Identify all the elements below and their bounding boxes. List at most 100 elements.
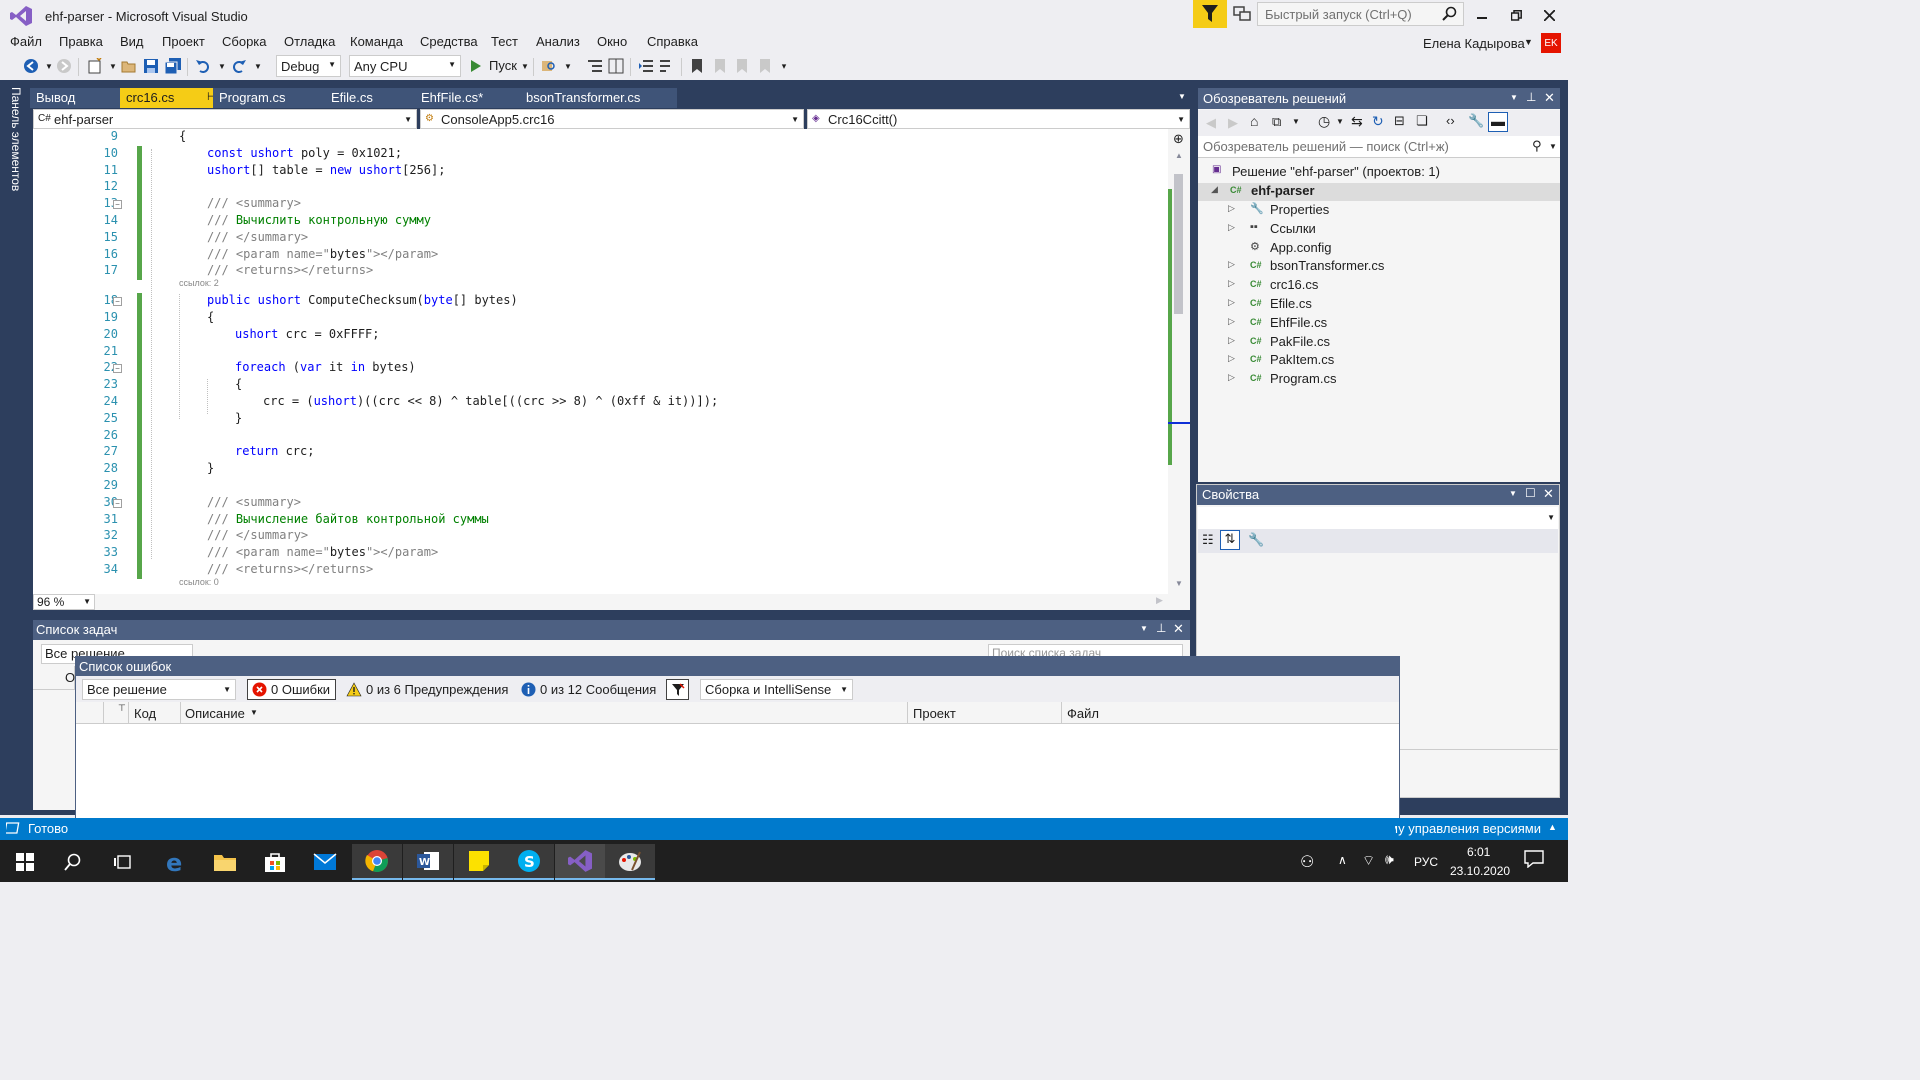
build-intellisense-select[interactable]: Сборка и IntelliSense ▼: [700, 679, 853, 700]
solution-item[interactable]: ▷ C# PakFile.cs: [1198, 334, 1560, 352]
chevron-down-icon[interactable]: ▼: [1549, 142, 1557, 151]
expand-arrow-icon[interactable]: ▷: [1228, 259, 1235, 270]
expand-arrow-icon[interactable]: ▷: [1228, 222, 1235, 233]
expand-arrow-icon[interactable]: ▷: [1228, 297, 1235, 308]
menu-help[interactable]: Справка: [647, 34, 698, 49]
skype-icon[interactable]: S: [504, 844, 554, 880]
find-in-files-icon[interactable]: [540, 57, 558, 75]
comment-lines-icon[interactable]: [658, 57, 676, 75]
menu-test[interactable]: Тест: [491, 34, 518, 49]
output-window-icon[interactable]: [4, 821, 20, 838]
solution-item[interactable]: ▷ C# bsonTransformer.cs: [1198, 258, 1560, 276]
warnings-filter-button[interactable]: 0 из 6 Предупреждения: [342, 679, 512, 700]
solution-platform-select[interactable]: Any CPU ▼: [349, 55, 461, 77]
refresh-icon[interactable]: ↻: [1372, 113, 1384, 130]
messages-filter-button[interactable]: 0 из 12 Сообщения: [517, 679, 660, 700]
visual-studio-taskbar-icon[interactable]: [555, 844, 605, 880]
alphabetical-icon[interactable]: ⇅: [1220, 530, 1240, 550]
task-view-icon[interactable]: [98, 844, 148, 880]
scroll-right-icon[interactable]: ▶: [1156, 595, 1163, 606]
tab-bsontransformer[interactable]: bsonTransformer.cs: [517, 88, 677, 108]
menu-view[interactable]: Вид: [120, 34, 144, 49]
chevron-down-icon[interactable]: ▼: [516, 57, 534, 75]
code-line[interactable]: /// <returns></returns>: [207, 263, 373, 277]
word-icon[interactable]: W: [403, 844, 453, 880]
code-line[interactable]: /// Вычисление байтов контрольной суммы: [207, 512, 489, 526]
code-line[interactable]: }: [235, 411, 242, 425]
code-line[interactable]: /// <summary>: [207, 495, 301, 509]
column-filter-icon[interactable]: ⊤: [118, 703, 126, 714]
undo-icon[interactable]: [194, 57, 212, 75]
feedback-icon[interactable]: [1232, 4, 1252, 24]
code-line[interactable]: /// <param name="bytes"></param>: [207, 247, 438, 261]
chrome-icon[interactable]: [352, 844, 402, 880]
close-window-button[interactable]: [1536, 4, 1562, 26]
solution-configuration-select[interactable]: Debug ▼: [276, 55, 341, 77]
code-line[interactable]: /// <summary>: [207, 196, 301, 210]
redo-icon[interactable]: [230, 57, 248, 75]
filter-errors-icon[interactable]: [666, 679, 689, 700]
expand-arrow-icon[interactable]: ▷: [1228, 335, 1235, 346]
windows-start-icon[interactable]: [0, 844, 50, 880]
code-line[interactable]: public ushort ComputeChecksum(byte[] byt…: [207, 293, 518, 307]
start-debugging-icon[interactable]: [467, 57, 485, 75]
solution-item[interactable]: ⚙ App.config: [1198, 240, 1560, 258]
chevron-down-icon[interactable]: ▼: [1509, 489, 1517, 498]
code-line[interactable]: ushort crc = 0xFFFF;: [235, 327, 380, 341]
volume-icon[interactable]: 🕪: [1385, 851, 1394, 868]
pending-changes-icon[interactable]: ◷: [1318, 113, 1330, 130]
solution-item[interactable]: ▷ ▪▪ Ссылки: [1198, 221, 1560, 239]
collapse-region-icon[interactable]: −: [113, 297, 122, 307]
chevron-down-icon[interactable]: ▼: [213, 57, 231, 75]
chevron-up-icon[interactable]: ▲: [1548, 822, 1557, 832]
code-line[interactable]: {: [235, 377, 242, 391]
code-line[interactable]: const ushort poly = 0x1021;: [207, 146, 402, 160]
code-editor[interactable]: 9{10 const ushort poly = 0x1021; 11 ushort[…: [33, 129, 1190, 594]
wrench-icon[interactable]: 🔧: [1468, 113, 1484, 129]
user-name[interactable]: Елена Кадырова: [1423, 36, 1525, 51]
scrollbar-thumb[interactable]: [1174, 174, 1183, 314]
editor-horizontal-scrollbar[interactable]: 96 % ▼ ▶: [33, 594, 1190, 610]
menu-debug[interactable]: Отладка: [284, 34, 335, 49]
open-folder-icon[interactable]: [120, 57, 138, 75]
solution-item[interactable]: ▷ C# Efile.cs: [1198, 296, 1560, 314]
code-line[interactable]: /// Вычислить контрольную сумму: [207, 213, 431, 227]
save-icon[interactable]: [142, 57, 160, 75]
tab-ehffile[interactable]: EhfFile.cs*: [413, 88, 517, 108]
errors-filter-button[interactable]: 0 Ошибки: [247, 679, 336, 700]
solution-item[interactable]: ▷ 🔧 Properties: [1198, 202, 1560, 220]
notification-center-icon[interactable]: [1524, 850, 1544, 871]
window-layout-icon[interactable]: [607, 57, 625, 75]
code-line[interactable]: /// <returns></returns>: [207, 562, 373, 576]
editor-vertical-scrollbar[interactable]: ⊕ ▲ ▼: [1168, 129, 1190, 594]
save-all-icon[interactable]: [164, 57, 182, 75]
minimize-button[interactable]: [1469, 4, 1495, 26]
code-line[interactable]: }: [207, 461, 214, 475]
codelens-references[interactable]: ссылок: 2: [179, 278, 219, 288]
sticky-notes-icon[interactable]: [454, 844, 504, 880]
close-icon[interactable]: ✕: [1543, 486, 1554, 502]
chevron-down-icon[interactable]: ▼: [1524, 37, 1533, 47]
toolbar-overflow-icon[interactable]: ▾: [775, 57, 793, 75]
wifi-icon[interactable]: ⌔: [1362, 852, 1375, 870]
error-list-header[interactable]: Список ошибок: [76, 657, 1399, 676]
input-language[interactable]: РУС: [1414, 855, 1438, 869]
mail-icon[interactable]: [300, 844, 350, 880]
expanded-arrow-icon[interactable]: ◢: [1211, 184, 1218, 195]
collapse-region-icon[interactable]: −: [113, 498, 122, 508]
code-line[interactable]: {: [207, 310, 214, 324]
new-project-icon[interactable]: [86, 57, 104, 75]
clear-bookmarks-icon[interactable]: [756, 57, 774, 75]
switch-views-icon[interactable]: ⧉: [1272, 114, 1281, 130]
codelens-references[interactable]: ссылок: 0: [179, 577, 219, 587]
menu-edit[interactable]: Правка: [59, 34, 103, 49]
home-icon[interactable]: ⌂: [1250, 113, 1258, 129]
code-line[interactable]: crc = (ushort)((crc << 8) ^ table[((crc …: [263, 394, 718, 408]
solution-item[interactable]: ▷ C# Program.cs: [1198, 371, 1560, 389]
menu-window[interactable]: Окно: [597, 34, 627, 49]
forward-icon[interactable]: ▶: [1228, 115, 1238, 131]
chevron-down-icon[interactable]: ▼: [1510, 93, 1518, 102]
step-into-icon[interactable]: [586, 57, 604, 75]
show-all-files-icon[interactable]: ❏: [1416, 113, 1428, 129]
expand-arrow-icon[interactable]: ▷: [1228, 316, 1235, 327]
